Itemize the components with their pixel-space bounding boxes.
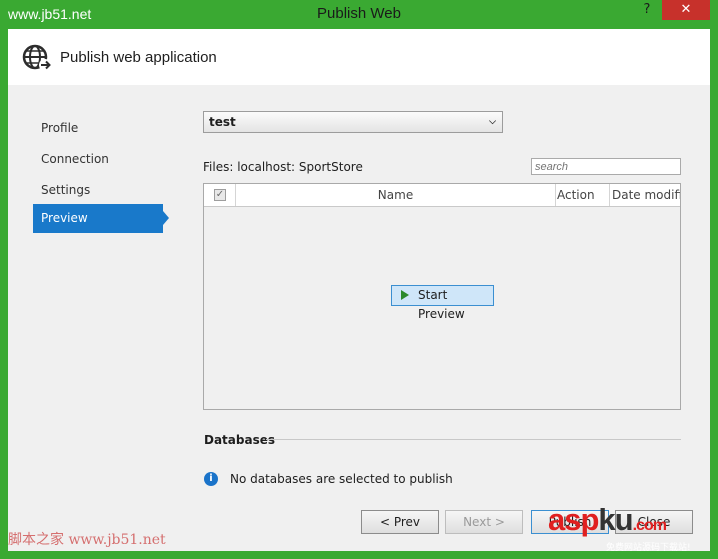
start-preview-button[interactable]: Start Preview <box>391 285 494 321</box>
grid-header: ✓ Name Action Date modifie <box>204 184 680 207</box>
globe-publish-icon <box>22 44 51 71</box>
select-all-cell: ✓ <box>204 184 236 206</box>
files-grid: ✓ Name Action Date modifie Start Preview <box>203 183 681 410</box>
column-header-action[interactable]: Action <box>556 184 610 206</box>
wizard-header: Publish web application <box>8 29 710 85</box>
nav-item-settings[interactable]: Settings <box>33 176 163 205</box>
files-label: Files: localhost: SportStore <box>203 160 363 174</box>
nav-item-preview-label: Preview <box>41 211 88 225</box>
wizard-title: Publish web application <box>60 49 217 66</box>
nav-item-preview[interactable]: Preview <box>33 204 169 233</box>
next-button[interactable]: Next > <box>445 510 523 534</box>
databases-divider <box>266 439 681 440</box>
title-bar[interactable]: www.jb51.net Publish Web ? ✕ <box>0 0 718 29</box>
databases-heading: Databases <box>204 433 276 447</box>
watermark-logo-main: asp <box>548 502 599 537</box>
select-all-checkbox[interactable]: ✓ <box>214 189 226 201</box>
nav-active-arrow-icon <box>163 211 169 225</box>
column-header-date-modified[interactable]: Date modifie <box>610 184 680 206</box>
watermark-logo-subtitle: 免费网站源码下载站! <box>606 543 691 553</box>
nav-item-profile[interactable]: Profile <box>33 114 163 143</box>
watermark-logo-com: .com <box>632 517 667 534</box>
dialog-client-area: Publish web application Profile Connecti… <box>8 29 710 551</box>
profile-dropdown-value: test <box>209 115 236 129</box>
start-preview-label: Start Preview <box>418 288 465 321</box>
prev-button[interactable]: < Prev <box>361 510 439 534</box>
chevron-down-icon: ⌵ <box>489 117 496 127</box>
info-icon: i <box>204 472 218 486</box>
profile-dropdown[interactable]: test ⌵ <box>203 111 503 133</box>
nav-item-connection[interactable]: Connection <box>33 145 163 174</box>
help-button[interactable]: ? <box>632 0 662 20</box>
watermark-bottom-left: 脚本之家 www.jb51.net <box>8 532 166 548</box>
search-input[interactable] <box>531 158 681 175</box>
column-header-name[interactable]: Name <box>236 184 556 206</box>
play-icon <box>401 290 409 300</box>
watermark-logo: aspku.com <box>548 502 667 538</box>
window-close-button[interactable]: ✕ <box>662 0 710 20</box>
window-title: Publish Web <box>317 5 401 22</box>
watermark-logo-ku: ku <box>598 502 633 537</box>
databases-message: No databases are selected to publish <box>230 472 453 486</box>
publish-web-window: www.jb51.net Publish Web ? ✕ Publish web… <box>0 0 718 559</box>
